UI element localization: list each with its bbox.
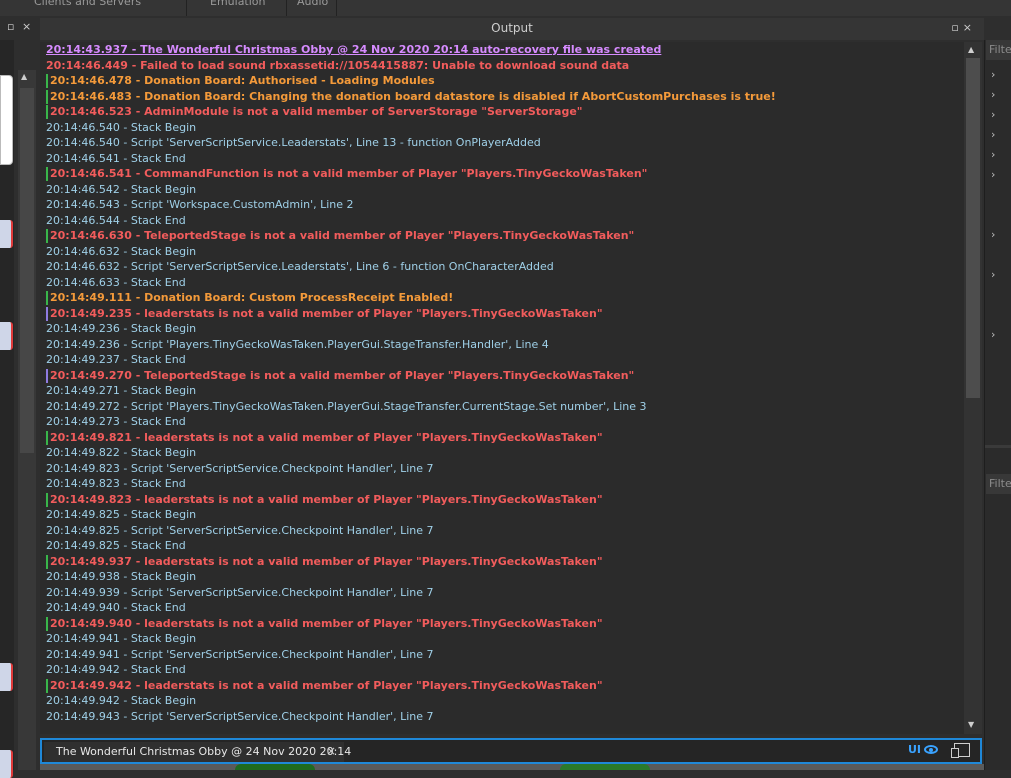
tab-separator [186, 0, 187, 16]
log-line: 20:14:46.543 - Script 'Workspace.CustomA… [46, 198, 354, 211]
viewport-tree [235, 764, 315, 770]
right-panel-divider[interactable] [985, 445, 1011, 448]
log-line: 20:14:49.236 - Script 'Players.TinyGecko… [46, 337, 549, 351]
left-sidebar-marker[interactable] [0, 750, 13, 778]
log-line: 20:14:49.941 - Stack Begin [46, 632, 197, 645]
log-line: 20:14:49.111 - Donation Board: Custom Pr… [40, 290, 964, 306]
log-line: 20:14:49.273 - Stack End [46, 415, 186, 428]
tab-separator [336, 0, 337, 16]
game-viewport[interactable] [40, 764, 984, 770]
log-line: 20:14:49.822 - Stack Begin [46, 446, 197, 459]
log-line: 20:14:46.542 - Stack Begin [46, 182, 197, 196]
log-line: 20:14:49.942 - leaderstats is not a vali… [40, 678, 964, 694]
explorer-filter-input[interactable]: Filte [986, 40, 1011, 60]
output-close-icon[interactable]: × [963, 21, 976, 34]
log-line: 20:14:46.523 - AdminModule is not a vali… [40, 104, 964, 120]
chevron-right-icon[interactable]: › [991, 88, 995, 101]
left-panel-close-icon[interactable]: × [22, 20, 31, 34]
document-tab-close-icon[interactable]: × [326, 744, 336, 758]
left-sidebar-marker[interactable] [0, 220, 13, 248]
tab-separator [286, 0, 287, 16]
output-log[interactable]: 20:14:43.937 - The Wonderful Christmas O… [40, 42, 964, 734]
ui-toggle-label[interactable]: UI [908, 743, 921, 756]
document-tab[interactable]: The Wonderful Christmas Obby @ 24 Nov 20… [44, 742, 351, 762]
log-line: 20:14:49.940 - leaderstats is not a vali… [40, 616, 964, 632]
chevron-right-icon[interactable]: › [991, 328, 995, 341]
viewport-tree [560, 764, 650, 770]
log-line: 20:14:49.236 - Stack Begin [46, 322, 197, 335]
document-tab-bar: The Wonderful Christmas Obby @ 24 Nov 20… [40, 738, 982, 764]
log-line: 20:14:49.825 - Script 'ServerScriptServi… [46, 523, 434, 537]
chevron-right-icon[interactable]: › [991, 168, 995, 181]
log-line[interactable]: 20:14:43.937 - The Wonderful Christmas O… [40, 42, 964, 58]
properties-filter-input[interactable]: Filte [986, 474, 1011, 494]
log-line: 20:14:49.937 - leaderstats is not a vali… [40, 554, 964, 570]
chevron-right-icon[interactable]: › [991, 268, 995, 281]
document-tab-label: The Wonderful Christmas Obby @ 24 Nov 20… [56, 745, 352, 758]
log-line: 20:14:49.821 - leaderstats is not a vali… [40, 430, 964, 446]
log-line: 20:14:49.235 - leaderstats is not a vali… [40, 306, 964, 322]
log-line: 20:14:49.943 - Script 'ServerScriptServi… [46, 709, 434, 723]
log-line: 20:14:49.938 - Stack Begin [46, 570, 197, 583]
log-line: 20:14:46.478 - Donation Board: Authorise… [40, 73, 964, 89]
top-tab-strip: Clients and Servers Emulation Audio [0, 0, 1011, 16]
output-panel-title: Output [491, 21, 533, 35]
right-panel [984, 40, 1011, 770]
left-sidebar-marker[interactable] [0, 663, 13, 691]
output-pin-icon[interactable]: ▫ [951, 21, 962, 34]
output-panel-controls: ▫× [951, 21, 976, 34]
log-line: 20:14:46.540 - Stack Begin [46, 120, 197, 134]
log-line: 20:14:46.540 - Script 'ServerScriptServi… [46, 136, 541, 149]
log-line: 20:14:46.633 - Stack End [46, 275, 186, 289]
log-line: 20:14:49.272 - Script 'Players.TinyGecko… [46, 399, 647, 413]
tab-clients-and-servers[interactable]: Clients and Servers [34, 0, 141, 9]
log-line: 20:14:49.941 - Script 'ServerScriptServi… [46, 647, 434, 661]
tab-audio[interactable]: Audio [297, 0, 328, 9]
log-line: 20:14:46.541 - Stack End [46, 151, 186, 165]
left-scrollbar-thumb[interactable] [20, 88, 34, 453]
output-panel-header: Output ▫× [40, 18, 984, 40]
device-emulator-icon[interactable] [951, 743, 970, 758]
log-line: 20:14:49.271 - Stack Begin [46, 384, 197, 397]
left-scroll-up-icon[interactable]: ▲ [21, 72, 27, 81]
scroll-down-icon[interactable]: ▼ [968, 720, 974, 729]
scroll-up-icon[interactable]: ▲ [968, 45, 974, 54]
log-line: 20:14:49.942 - Stack Begin [46, 694, 197, 707]
log-line: 20:14:49.825 - Stack Begin [46, 508, 197, 521]
log-line: 20:14:46.544 - Stack End [46, 213, 186, 227]
chevron-right-icon[interactable]: › [991, 128, 995, 141]
log-line: 20:14:46.483 - Donation Board: Changing … [40, 89, 964, 105]
chevron-right-icon[interactable]: › [991, 108, 995, 121]
eye-icon[interactable] [924, 745, 938, 754]
log-line: 20:14:46.632 - Stack Begin [46, 244, 197, 258]
left-sidebar-marker[interactable] [0, 322, 13, 350]
chevron-right-icon[interactable]: › [991, 148, 995, 161]
log-line: 20:14:46.449 - Failed to load sound rbxa… [46, 58, 630, 72]
log-line: 20:14:49.823 - Stack End [46, 477, 186, 490]
chevron-right-icon[interactable]: › [991, 228, 995, 241]
log-line: 20:14:49.939 - Script 'ServerScriptServi… [46, 585, 434, 599]
log-line: 20:14:46.630 - TeleportedStage is not a … [40, 228, 964, 244]
output-scrollbar-thumb[interactable] [966, 58, 980, 398]
tab-emulation[interactable]: Emulation [210, 0, 266, 9]
log-line: 20:14:49.823 - leaderstats is not a vali… [40, 492, 964, 508]
log-line: 20:14:49.823 - Script 'ServerScriptServi… [46, 461, 434, 475]
log-line: 20:14:49.270 - TeleportedStage is not a … [40, 368, 964, 384]
log-line: 20:14:49.942 - Stack End [46, 663, 186, 676]
log-line: 20:14:49.825 - Stack End [46, 539, 186, 552]
left-panel-pin-icon[interactable]: ▫ [7, 20, 14, 34]
log-line: 20:14:46.541 - CommandFunction is not a … [40, 166, 964, 182]
log-line: 20:14:49.237 - Stack End [46, 353, 186, 366]
left-sidebar-card[interactable] [0, 75, 13, 165]
log-line: 20:14:46.632 - Script 'ServerScriptServi… [46, 260, 554, 273]
log-line: 20:14:49.940 - Stack End [46, 601, 186, 614]
chevron-right-icon[interactable]: › [991, 68, 995, 81]
